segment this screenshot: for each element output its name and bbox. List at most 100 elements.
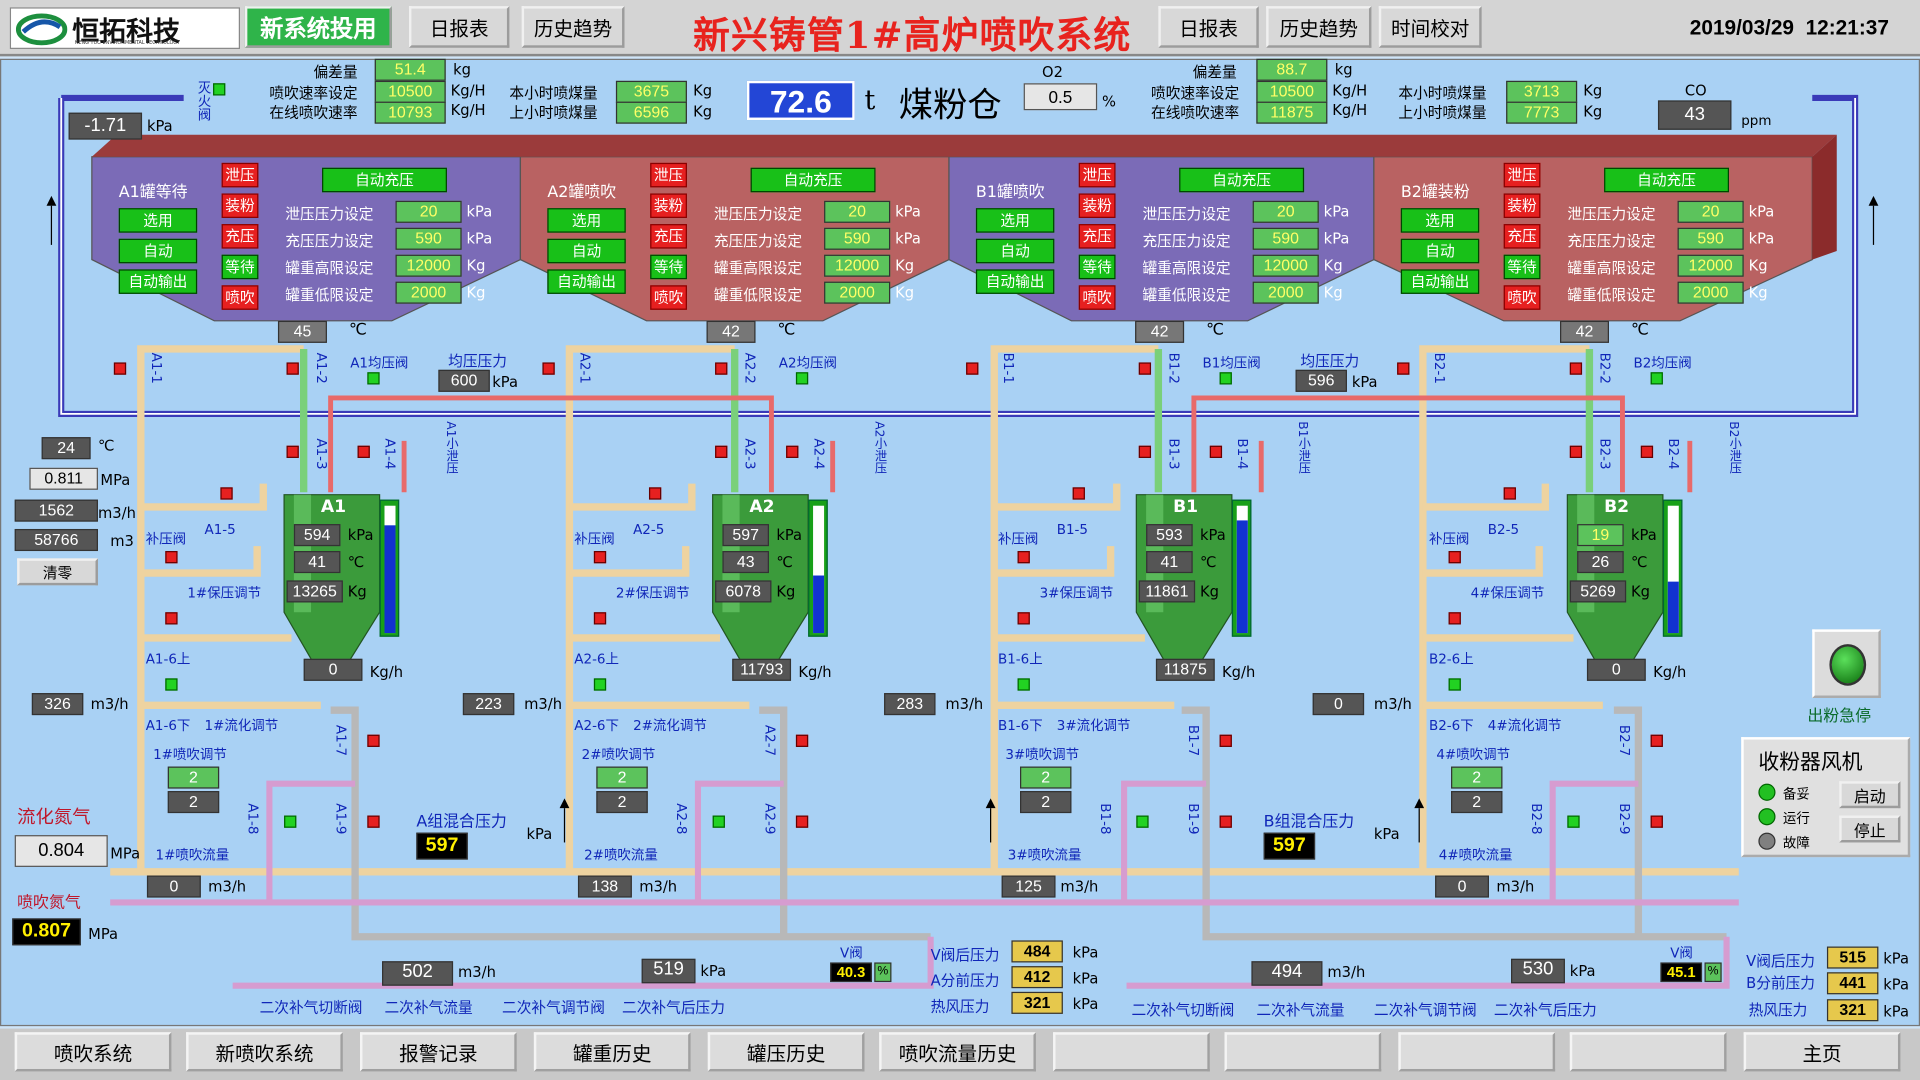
valve-2-9[interactable] xyxy=(1219,815,1232,828)
hopper-b2-button-2[interactable]: 装粉 xyxy=(1078,193,1116,218)
valve-1-2[interactable] xyxy=(715,362,728,375)
hopper-autoout-button-3[interactable]: 自动输出 xyxy=(1400,269,1480,294)
hopper-r1-value-0[interactable]: 20 xyxy=(395,200,462,223)
nav-button-1[interactable]: 新喷吹系统 xyxy=(186,1032,343,1072)
fire-valve[interactable] xyxy=(213,83,226,96)
valve-2-6u[interactable] xyxy=(1017,612,1030,625)
bu-valve-2[interactable] xyxy=(1017,551,1030,564)
valve-1-7[interactable] xyxy=(795,734,809,747)
hopper-b2-button-0[interactable]: 装粉 xyxy=(221,193,259,218)
valve-3-3[interactable] xyxy=(1569,445,1583,458)
nav-button-7[interactable] xyxy=(1224,1032,1382,1072)
valve-0-3[interactable] xyxy=(286,445,299,458)
hopper-r1-value-2[interactable]: 20 xyxy=(1252,200,1319,223)
valve-1-3[interactable] xyxy=(715,445,728,458)
valve-0-6u[interactable] xyxy=(165,612,178,625)
nav-button-10[interactable]: 主页 xyxy=(1743,1032,1901,1072)
valve-3-2[interactable] xyxy=(1569,362,1583,375)
hopper-auto-button-3[interactable]: 自动 xyxy=(1400,238,1480,264)
valve-1-1[interactable] xyxy=(542,362,555,375)
nav-button-2[interactable]: 报警记录 xyxy=(360,1032,517,1072)
valve-1-6d[interactable] xyxy=(593,678,607,691)
inj-set-l[interactable]: 10500 xyxy=(374,80,446,103)
fan-start-button[interactable]: 启动 xyxy=(1839,781,1901,809)
hopper-autoout-button-0[interactable]: 自动输出 xyxy=(118,269,198,294)
hopper-auto-button-0[interactable]: 自动 xyxy=(118,238,198,264)
hopper-r3-value-2[interactable]: 12000 xyxy=(1252,254,1319,277)
bu-valve-0[interactable] xyxy=(165,551,178,564)
hopper-autoout-button-2[interactable]: 自动输出 xyxy=(975,269,1055,294)
hopper-b4-button-1[interactable]: 等待 xyxy=(650,254,687,280)
hopper-b5-button-3[interactable]: 喷吹 xyxy=(1503,285,1541,310)
hopper-b4-button-0[interactable]: 等待 xyxy=(221,254,259,280)
bu-valve-1[interactable] xyxy=(593,551,607,564)
hopper-b3-button-3[interactable]: 充压 xyxy=(1503,224,1541,249)
hopper-b5-button-2[interactable]: 喷吹 xyxy=(1078,285,1116,310)
hopper-b3-button-1[interactable]: 充压 xyxy=(650,224,687,249)
valve-3-7[interactable] xyxy=(1650,734,1663,747)
fan-stop-button[interactable]: 停止 xyxy=(1839,815,1901,843)
hopper-select-button-2[interactable]: 选用 xyxy=(975,208,1055,233)
valve-1-4[interactable] xyxy=(786,445,799,458)
eq-valve-2[interactable] xyxy=(1219,372,1232,385)
valve-0-5[interactable] xyxy=(220,487,233,500)
hopper-b3-button-2[interactable]: 充压 xyxy=(1078,224,1116,249)
hopper-r2-value-2[interactable]: 590 xyxy=(1252,227,1319,250)
valve-2-8[interactable] xyxy=(1136,815,1149,828)
hopper-select-button-0[interactable]: 选用 xyxy=(118,208,198,233)
hopper-autofill-button-3[interactable]: 自动充压 xyxy=(1604,167,1729,193)
hopper-r4-value-0[interactable]: 2000 xyxy=(395,281,462,304)
inj-reg-set-0[interactable]: 2 xyxy=(167,766,220,789)
valve-0-7[interactable] xyxy=(367,734,380,747)
valve-2-4[interactable] xyxy=(1209,445,1223,458)
eq-valve-0[interactable] xyxy=(367,372,380,385)
hopper-b4-button-3[interactable]: 等待 xyxy=(1503,254,1541,280)
hopper-r2-value-1[interactable]: 590 xyxy=(824,227,891,250)
valve-2-7[interactable] xyxy=(1219,734,1232,747)
hopper-b1-button-2[interactable]: 泄压 xyxy=(1078,162,1116,188)
hopper-select-button-3[interactable]: 选用 xyxy=(1400,208,1480,233)
hopper-r4-value-3[interactable]: 2000 xyxy=(1677,281,1744,304)
valve-3-6u[interactable] xyxy=(1448,612,1461,625)
valve-0-9[interactable] xyxy=(367,815,380,828)
eq-valve-3[interactable] xyxy=(1650,372,1663,385)
clear-button[interactable]: 清零 xyxy=(17,558,98,586)
valve-0-4[interactable] xyxy=(357,445,370,458)
hopper-r1-value-3[interactable]: 20 xyxy=(1677,200,1744,223)
nav-button-0[interactable]: 喷吹系统 xyxy=(14,1032,172,1072)
hopper-r3-value-3[interactable]: 12000 xyxy=(1677,254,1744,277)
nav-button-5[interactable]: 喷吹流量历史 xyxy=(879,1032,1036,1072)
inj-reg-set-2[interactable]: 2 xyxy=(1020,766,1072,789)
valve-2-3[interactable] xyxy=(1138,445,1152,458)
hopper-r2-value-0[interactable]: 590 xyxy=(395,227,462,250)
hopper-r3-value-1[interactable]: 12000 xyxy=(824,254,891,277)
hopper-autoout-button-1[interactable]: 自动输出 xyxy=(547,269,626,294)
inj-reg-set-3[interactable]: 2 xyxy=(1451,766,1503,789)
nav-button-3[interactable]: 罐重历史 xyxy=(533,1032,691,1072)
eq-valve-1[interactable] xyxy=(795,372,809,385)
valve-0-1[interactable] xyxy=(113,362,127,375)
valve-3-5[interactable] xyxy=(1503,487,1516,500)
valve-2-2[interactable] xyxy=(1138,362,1152,375)
hopper-select-button-1[interactable]: 选用 xyxy=(547,208,626,233)
hopper-b5-button-1[interactable]: 喷吹 xyxy=(650,285,687,310)
valve-2-1[interactable] xyxy=(966,362,979,375)
valve-0-8[interactable] xyxy=(284,815,297,828)
valve-3-8[interactable] xyxy=(1567,815,1580,828)
valve-0-6d[interactable] xyxy=(165,678,178,691)
nav-button-4[interactable]: 罐压历史 xyxy=(707,1032,865,1072)
valve-3-4[interactable] xyxy=(1640,445,1654,458)
nav-button-9[interactable] xyxy=(1569,1032,1727,1072)
nav-button-8[interactable] xyxy=(1398,1032,1556,1072)
inj-reg-set-1[interactable]: 2 xyxy=(596,766,648,789)
valve-3-1[interactable] xyxy=(1397,362,1410,375)
hopper-autofill-button-2[interactable]: 自动充压 xyxy=(1179,167,1305,193)
valve-1-8[interactable] xyxy=(712,815,725,828)
emergency-stop-button[interactable] xyxy=(1812,629,1881,698)
hopper-b2-button-3[interactable]: 装粉 xyxy=(1503,193,1541,218)
hopper-b1-button-1[interactable]: 泄压 xyxy=(650,162,687,188)
hopper-r4-value-1[interactable]: 2000 xyxy=(824,281,891,304)
hopper-b3-button-0[interactable]: 充压 xyxy=(221,224,259,249)
valve-1-9[interactable] xyxy=(795,815,809,828)
valve-3-9[interactable] xyxy=(1650,815,1663,828)
